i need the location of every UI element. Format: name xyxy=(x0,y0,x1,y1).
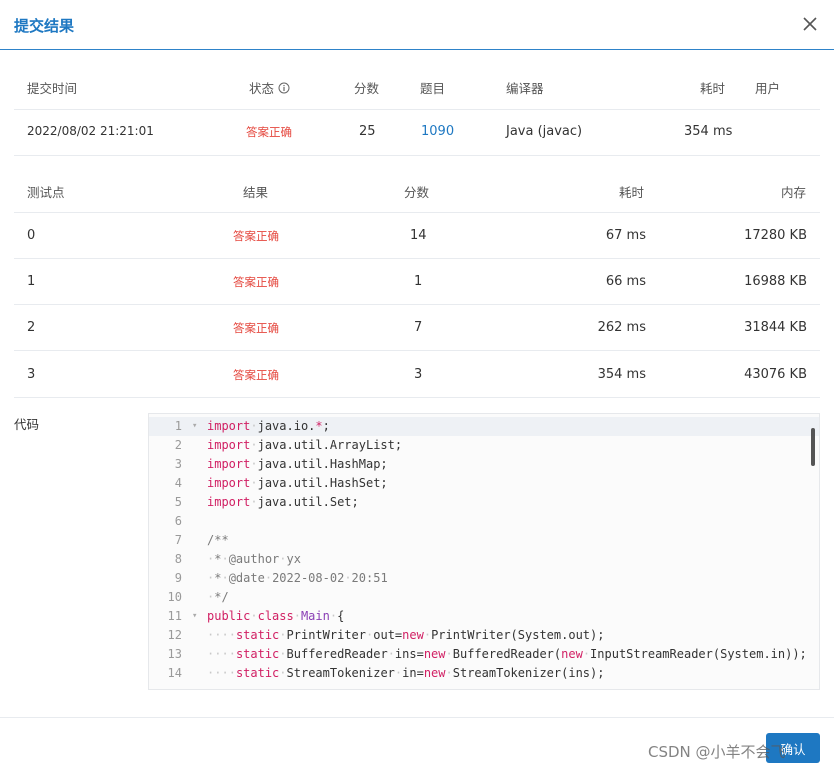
header-duration: 耗时 xyxy=(700,81,726,96)
line-number: 9 xyxy=(174,571,182,585)
line-number: 4 xyxy=(174,476,182,490)
case-score: 3 xyxy=(414,367,423,382)
code-text: ·*·@author·yx xyxy=(207,552,301,566)
info-circle-icon[interactable] xyxy=(278,82,290,94)
scrollbar[interactable] xyxy=(811,428,815,466)
divider xyxy=(14,109,820,110)
code-line: 6 xyxy=(149,512,819,531)
confirm-button[interactable]: 确认 xyxy=(766,733,820,763)
problem-link[interactable]: 1090 xyxy=(421,124,454,139)
line-number: 8 xyxy=(174,552,182,566)
header-memory: 内存 xyxy=(781,185,807,200)
line-number: 12 xyxy=(167,628,182,642)
line-number: 11 xyxy=(167,609,182,623)
close-icon[interactable] xyxy=(798,12,822,36)
case-memory: 17280 KB xyxy=(744,228,807,243)
code-text: public·class·Main·{ xyxy=(207,609,345,623)
case-time: 66 ms xyxy=(605,274,646,289)
divider xyxy=(14,397,820,398)
code-text: import·java.util.HashSet; xyxy=(207,476,388,490)
code-line: 5 import·java.util.Set; xyxy=(149,493,819,512)
header-problem: 题目 xyxy=(420,81,446,96)
code-text: /** xyxy=(207,533,229,547)
code-line: 7 /** xyxy=(149,531,819,550)
case-id: 0 xyxy=(27,228,36,243)
case-id: 1 xyxy=(27,274,36,289)
line-number: 2 xyxy=(174,438,182,452)
case-score: 14 xyxy=(410,228,427,243)
code-editor[interactable]: 1 ▾ import·java.io.*; 2 import·java.util.Arr… xyxy=(148,413,820,690)
line-number: 1 xyxy=(174,419,182,433)
result-badge: 答案正确 xyxy=(233,229,279,243)
score-value: 25 xyxy=(359,124,376,139)
code-line: 14 ····static·StreamTokenizer·in=new·Stre… xyxy=(149,664,819,683)
case-time: 354 ms xyxy=(597,367,646,382)
code-line: 2 import·java.util.ArrayList; xyxy=(149,436,819,455)
code-text: ····static·StreamTokenizer·in=new·Stream… xyxy=(207,666,605,680)
dialog-header: 提交结果 xyxy=(0,0,834,50)
footer-divider xyxy=(0,717,834,718)
code-line: 8 ·*·@author·yx xyxy=(149,550,819,569)
result-badge: 答案正确 xyxy=(233,321,279,335)
line-number: 13 xyxy=(167,647,182,661)
case-id: 3 xyxy=(27,367,36,382)
header-result: 结果 xyxy=(243,185,269,200)
code-text: import·java.util.ArrayList; xyxy=(207,438,403,452)
code-line: 13 ····static·BufferedReader·ins=new·Buff… xyxy=(149,645,819,664)
code-text: ·*/ xyxy=(207,590,229,604)
code-text: ····static·BufferedReader·ins=new·Buffer… xyxy=(207,647,807,661)
case-time: 262 ms xyxy=(597,320,646,335)
case-memory: 43076 KB xyxy=(744,367,807,382)
status-badge: 答案正确 xyxy=(246,125,292,139)
code-text: import·java.util.HashMap; xyxy=(207,457,388,471)
submit-time: 2022/08/02 21:21:01 xyxy=(27,124,154,138)
compiler-value: Java (javac) xyxy=(506,124,583,139)
header-time: 耗时 xyxy=(619,185,645,200)
case-score: 7 xyxy=(414,320,423,335)
code-label: 代码 xyxy=(14,417,40,432)
line-number: 6 xyxy=(174,514,182,528)
divider xyxy=(14,350,820,351)
header-case: 测试点 xyxy=(27,185,65,200)
case-time: 67 ms xyxy=(605,228,646,243)
code-line: 4 import·java.util.HashSet; xyxy=(149,474,819,493)
line-number: 14 xyxy=(167,666,182,680)
code-line: 10 ·*/ xyxy=(149,588,819,607)
dialog-title: 提交结果 xyxy=(14,17,75,35)
case-memory: 16988 KB xyxy=(744,274,807,289)
line-number: 10 xyxy=(167,590,182,604)
header-score: 分数 xyxy=(404,185,430,200)
code-line: 12 ····static·PrintWriter·out=new·PrintWr… xyxy=(149,626,819,645)
line-number: 5 xyxy=(174,495,182,509)
line-number: 7 xyxy=(174,533,182,547)
divider xyxy=(14,304,820,305)
divider xyxy=(14,258,820,259)
code-text: import·java.util.Set; xyxy=(207,495,359,509)
code-text: ·*·@date·2022-08-02·20:51 xyxy=(207,571,388,585)
code-text: import·java.io.*; xyxy=(207,419,330,433)
header-status: 状态 xyxy=(249,78,290,97)
divider xyxy=(14,212,820,213)
code-line: 3 import·java.util.HashMap; xyxy=(149,455,819,474)
result-badge: 答案正确 xyxy=(233,368,279,382)
case-score: 1 xyxy=(414,274,423,289)
case-memory: 31844 KB xyxy=(744,320,807,335)
duration-value: 354 ms xyxy=(684,124,733,139)
code-line: 9 ·*·@date·2022-08-02·20:51 xyxy=(149,569,819,588)
divider xyxy=(14,155,820,156)
code-line: 1 ▾ import·java.io.*; xyxy=(149,417,819,436)
header-score: 分数 xyxy=(354,81,380,96)
header-compiler: 编译器 xyxy=(506,81,544,96)
case-id: 2 xyxy=(27,320,36,335)
header-user: 用户 xyxy=(755,81,781,96)
code-line: 11 ▾ public·class·Main·{ xyxy=(149,607,819,626)
result-badge: 答案正确 xyxy=(233,275,279,289)
watermark: CSDN @小羊不会飞 xyxy=(648,743,786,761)
header-submit-time: 提交时间 xyxy=(27,81,78,96)
fold-arrow-icon[interactable]: ▾ xyxy=(192,417,197,436)
code-text: ····static·PrintWriter·out=new·PrintWrit… xyxy=(207,628,605,642)
fold-arrow-icon[interactable]: ▾ xyxy=(192,607,197,626)
line-number: 3 xyxy=(174,457,182,471)
